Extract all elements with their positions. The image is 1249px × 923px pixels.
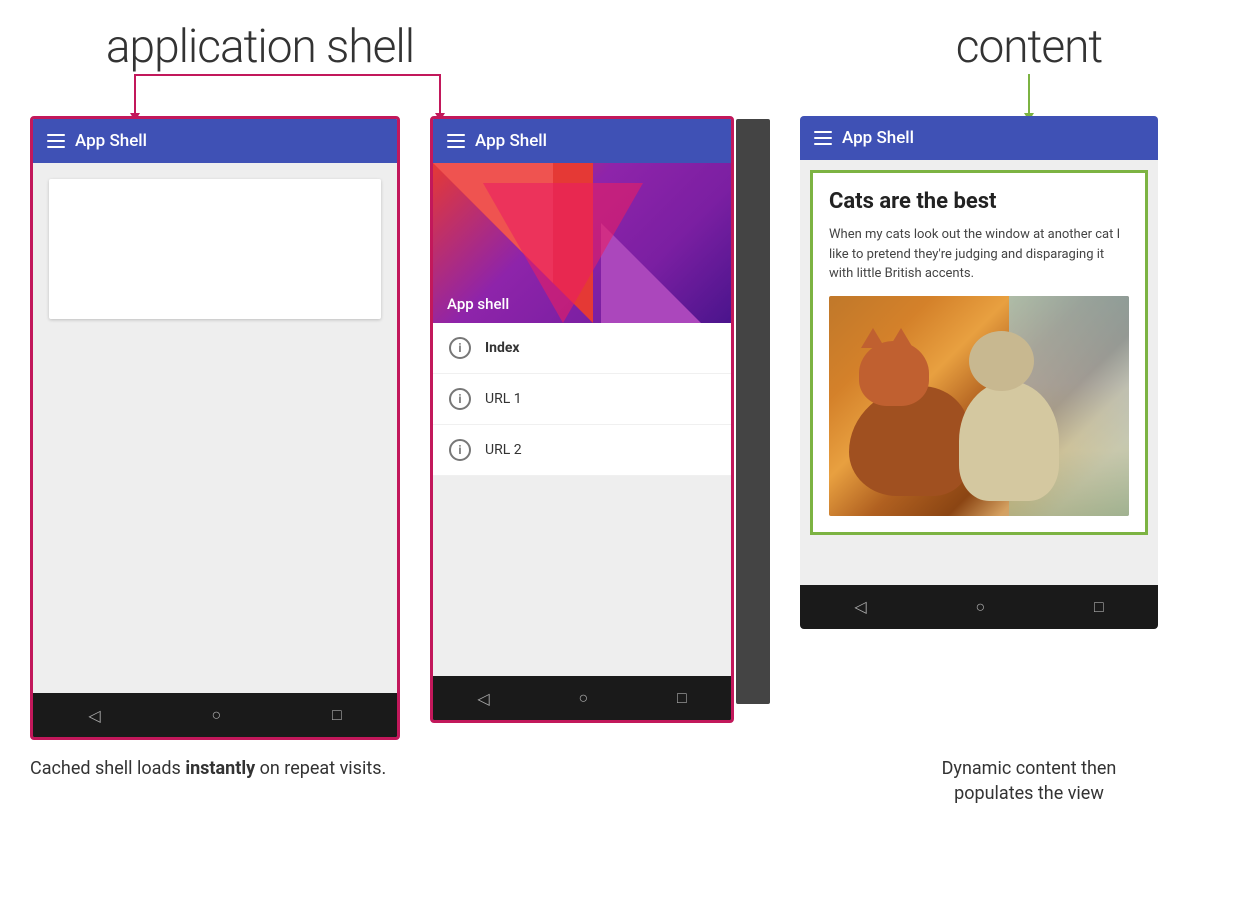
phone-1-nav: ◁ ○ □ [33,693,397,737]
phone-2: App Shell App shell i Index i URL 1 [430,116,734,723]
back-btn-1[interactable]: ◁ [88,706,100,725]
application-shell-label-section: application shell [30,20,490,116]
drawer-item-url2-label: URL 2 [485,442,522,458]
instantly-bold: instantly [185,758,255,779]
phone-1: App Shell ◁ ○ □ [30,116,400,740]
cat-image [829,296,1129,516]
phone-3-nav: ◁ ○ □ [800,585,1158,629]
drawer-menu: i Index i URL 1 i URL 2 [433,323,731,676]
content-label-section: content [839,20,1219,116]
drawer-item-url1-label: URL 1 [485,391,522,407]
phone-2-wrapper: App Shell App shell i Index i URL 1 [430,116,770,723]
bottom-right-line1: Dynamic content then [942,758,1117,779]
phone-3-body-filler [800,545,1158,585]
back-btn-3[interactable]: ◁ [854,597,866,616]
arrow-left [134,74,136,114]
content-article: Cats are the best When my cats look out … [810,170,1148,535]
drawer-filler [433,476,731,676]
home-btn-3[interactable]: ○ [975,597,985,617]
info-icon-url1: i [449,388,471,410]
info-icon-url2: i [449,439,471,461]
phone-1-title: App Shell [75,131,147,151]
phone-3-title: App Shell [842,128,914,148]
drawer-item-url1[interactable]: i URL 1 [433,374,731,425]
hamburger-icon-2[interactable] [447,134,465,148]
drawer-app-label: App shell [447,295,509,313]
phone-1-top-bar: App Shell [33,119,397,163]
phone-3-top-bar: App Shell [800,116,1158,160]
phone-2-nav: ◁ ○ □ [433,676,731,720]
phone-2-title: App Shell [475,131,547,151]
phone-3-body: Cats are the best When my cats look out … [800,160,1158,545]
home-btn-1[interactable]: ○ [211,705,221,725]
phone-2-top-bar: App Shell [433,119,731,163]
bottom-left-caption: Cached shell loads instantly on repeat v… [30,756,460,806]
info-icon-index: i [449,337,471,359]
drawer-item-index[interactable]: i Index [433,323,731,374]
phone-3-wrapper: App Shell Cats are the best When my cats… [800,116,1170,629]
recent-btn-1[interactable]: □ [332,705,342,725]
application-shell-label: application shell [106,20,414,74]
phone-1-body [33,163,397,693]
drawer-item-index-label: Index [485,340,520,356]
phone-3: App Shell Cats are the best When my cats… [800,116,1158,629]
content-arrow [1028,74,1030,114]
content-label: content [956,20,1102,74]
drawer-item-url2[interactable]: i URL 2 [433,425,731,476]
phone-1-placeholder [49,179,381,319]
phone-2-dark-bg [736,119,770,704]
bottom-right-caption: Dynamic content then populates the view [839,756,1219,806]
back-btn-2[interactable]: ◁ [477,689,489,708]
bottom-right-line2: populates the view [954,783,1104,804]
recent-btn-3[interactable]: □ [1094,597,1104,617]
article-title: Cats are the best [829,189,1129,215]
recent-btn-2[interactable]: □ [677,688,687,708]
bottom-captions: Cached shell loads instantly on repeat v… [30,756,1219,806]
article-text: When my cats look out the window at anot… [829,225,1129,284]
hamburger-icon-3[interactable] [814,131,832,145]
hamburger-icon-1[interactable] [47,134,65,148]
home-btn-2[interactable]: ○ [578,688,588,708]
drawer-image: App shell [433,163,731,323]
arrow-right [439,74,441,114]
phone-1-wrapper: App Shell ◁ ○ □ [30,116,420,740]
